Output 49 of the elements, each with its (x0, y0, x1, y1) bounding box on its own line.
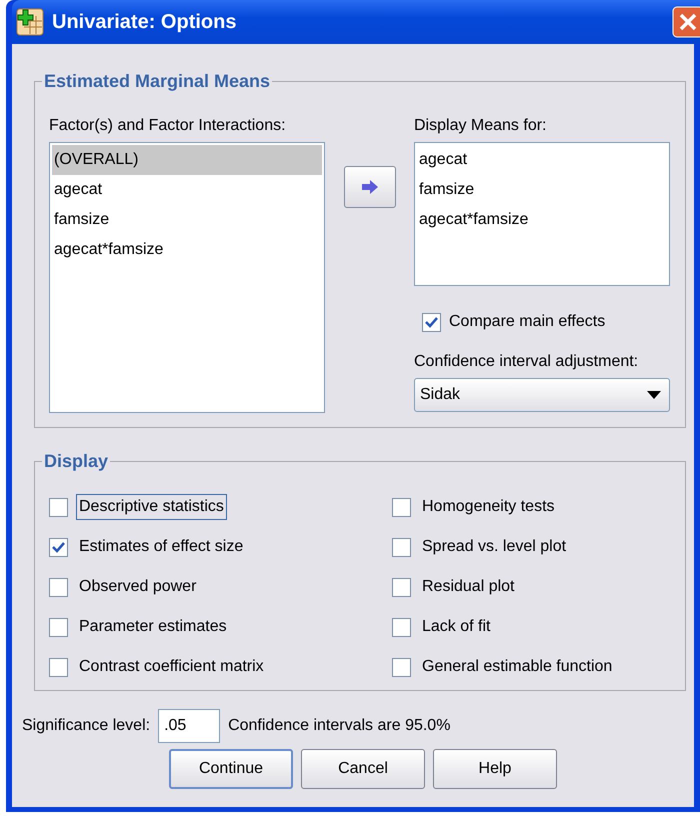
list-item[interactable]: agecat (52, 175, 322, 205)
close-icon[interactable] (672, 6, 700, 38)
dialog-button[interactable]: Cancel (301, 749, 425, 789)
checkbox-label: General estimable function (421, 657, 614, 677)
list-item[interactable]: agecat*famsize (417, 205, 667, 235)
list-label: Factor(s) and Factor Interactions: (49, 116, 287, 136)
app-icon (16, 8, 44, 36)
checkbox-label: Compare main effects (449, 312, 606, 332)
list-item[interactable]: agecat (417, 145, 667, 175)
checkbox-label: Residual plot (421, 577, 516, 597)
dialog-button[interactable]: Help (433, 749, 557, 789)
checkbox[interactable] (49, 538, 68, 556)
adjustment-dropdown[interactable]: Sidak (414, 378, 670, 412)
checkbox-label: Lack of fit (421, 617, 492, 637)
field-label: Confidence interval adjustment: (414, 352, 640, 372)
checkbox[interactable] (392, 618, 411, 636)
list-item[interactable]: (OVERALL) (52, 145, 322, 175)
checkbox[interactable] (422, 312, 441, 332)
caret-icon (647, 391, 661, 399)
confidence-note: Confidence intervals are 95.0% (228, 716, 450, 736)
list-item[interactable]: agecat*famsize (52, 235, 322, 265)
checkbox-label: Contrast coefficient matrix (78, 657, 265, 677)
window-title: Univariate: Options (52, 10, 236, 35)
checkbox[interactable] (392, 498, 411, 516)
checkmark-icon (52, 542, 65, 552)
list-label: Display Means for: (414, 116, 548, 136)
checkbox-label: Spread vs. level plot (421, 537, 568, 557)
checkbox[interactable] (392, 538, 411, 556)
checkbox[interactable] (49, 578, 68, 596)
checkbox-label: Observed power (78, 577, 198, 597)
checkbox-label: Estimates of effect size (78, 537, 244, 557)
right-arrow-icon (360, 179, 378, 195)
checkbox-label: Parameter estimates (78, 617, 228, 637)
list-item[interactable]: famsize (52, 205, 322, 235)
checkmark-icon (425, 316, 438, 328)
significance-field[interactable]: .05 (158, 709, 220, 743)
dialog-button[interactable]: Continue (169, 749, 293, 789)
checkbox-label: Descriptive statistics (76, 494, 227, 520)
checkbox[interactable] (392, 658, 411, 676)
list-item[interactable]: famsize (417, 175, 667, 205)
move-button[interactable] (344, 166, 396, 208)
group-title: Display (43, 452, 110, 470)
checkbox[interactable] (392, 578, 411, 596)
checkbox[interactable] (49, 658, 68, 676)
field-label: Significance level: (22, 716, 150, 736)
checkbox[interactable] (49, 618, 68, 636)
checkbox[interactable] (49, 498, 68, 516)
group-title: Estimated Marginal Means (43, 72, 272, 90)
checkbox-label: Homogeneity tests (421, 497, 556, 517)
